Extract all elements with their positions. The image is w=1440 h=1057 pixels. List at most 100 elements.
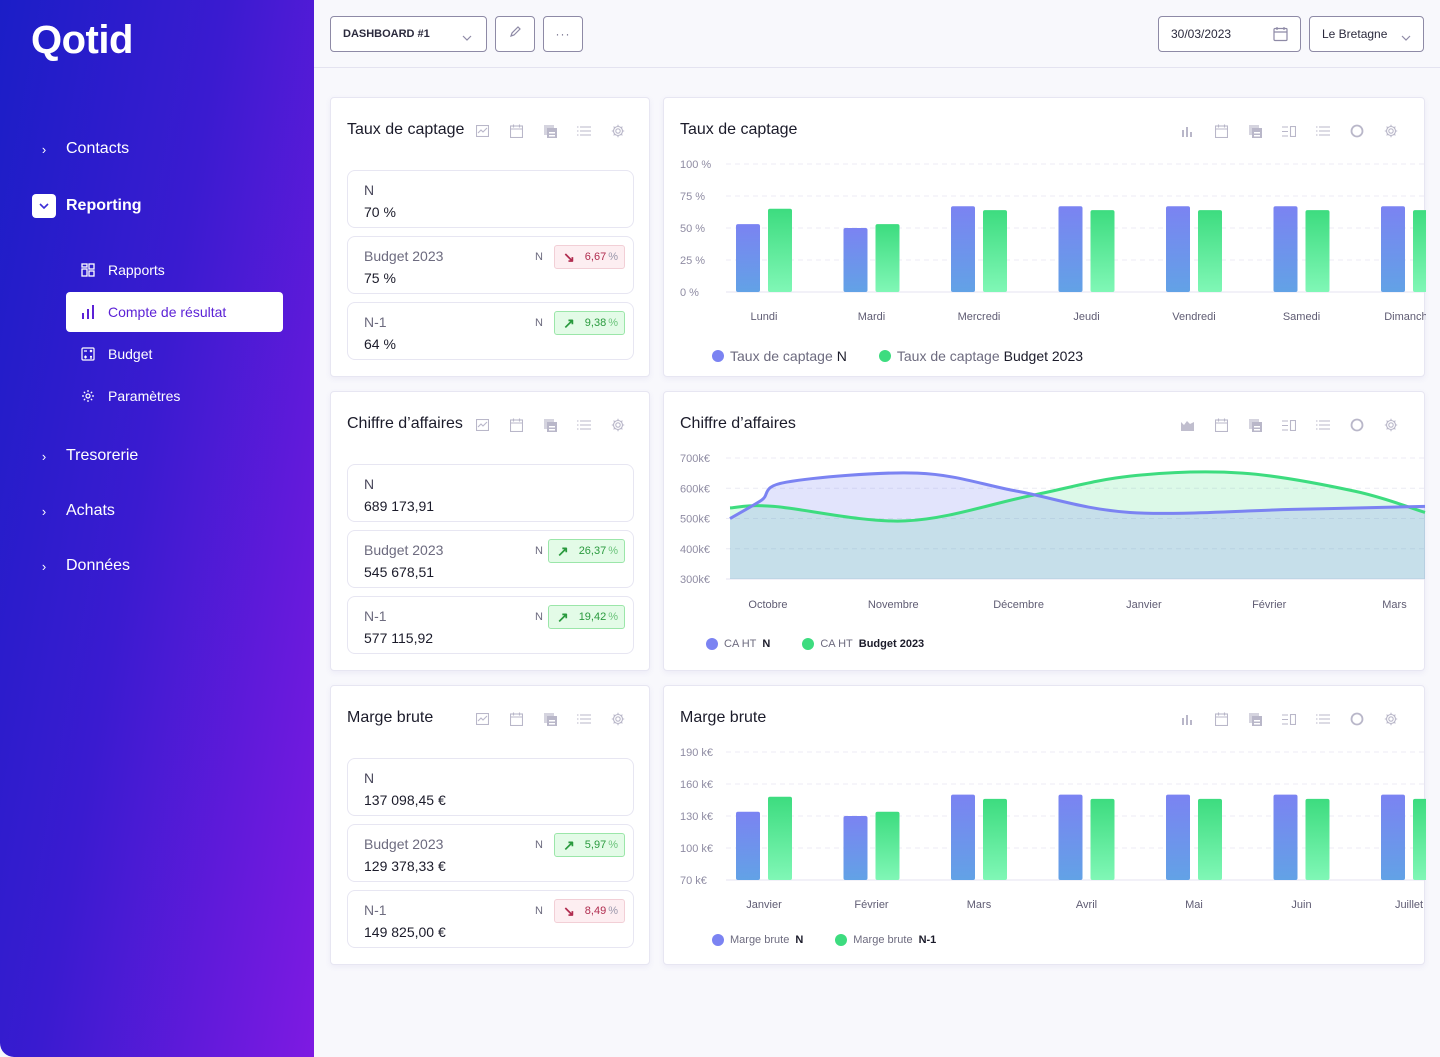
calculator-icon[interactable] <box>1238 710 1272 728</box>
sidebar-item-contacts[interactable]: › Contacts <box>32 140 129 158</box>
legend-item[interactable]: Marge brute N-1 <box>835 934 936 946</box>
bar-series-compare[interactable] <box>1198 210 1222 292</box>
x-tick-label: Mardi <box>858 311 886 323</box>
gear-icon[interactable] <box>1374 416 1408 434</box>
bar-series-n[interactable] <box>1273 206 1298 292</box>
sidebar-item-donnees[interactable]: › Données <box>32 557 130 575</box>
list-icon[interactable] <box>567 710 601 728</box>
kpi-compare-label: N <box>535 839 543 851</box>
bar-series-n[interactable] <box>843 816 868 880</box>
bar-chart-icon[interactable] <box>1170 710 1204 728</box>
bar-series-n[interactable] <box>1381 206 1405 292</box>
y-tick-label: 0 % <box>680 287 699 299</box>
y-tick-label: 100 k€ <box>680 843 713 855</box>
bar-series-n[interactable] <box>1166 206 1190 292</box>
kpi-card: Taux de captage N 70 % Budget 2023 75 % N… <box>330 97 650 377</box>
calculator-icon[interactable] <box>533 710 567 728</box>
sidebar-subitem-compte-de-resultat[interactable]: Compte de résultat <box>66 292 283 332</box>
bar-series-compare[interactable] <box>1090 210 1115 292</box>
bar-chart-icon[interactable] <box>1170 122 1204 140</box>
list-icon[interactable] <box>567 122 601 140</box>
date-input[interactable]: 30/03/2023 <box>1158 16 1301 52</box>
legend-item[interactable]: CA HT N <box>706 638 770 650</box>
donut-icon[interactable] <box>1340 710 1374 728</box>
bar-series-n[interactable] <box>1058 794 1083 880</box>
gear-icon[interactable] <box>601 122 635 140</box>
bar-series-compare[interactable] <box>768 796 792 880</box>
kpi-row: N 689 173,91 <box>347 464 634 522</box>
kpi-row-label: N-1 <box>364 314 387 330</box>
calendar-icon[interactable] <box>499 710 533 728</box>
sidebar-item-achats[interactable]: › Achats <box>32 502 115 520</box>
bar-series-n[interactable] <box>1381 794 1405 880</box>
bar-series-compare[interactable] <box>1413 210 1426 292</box>
list-icon[interactable] <box>1306 710 1340 728</box>
list-icon[interactable] <box>1306 416 1340 434</box>
sidebar-subitem-parametres[interactable]: Paramètres <box>66 376 283 416</box>
calculator-icon[interactable] <box>1238 122 1272 140</box>
gear-icon[interactable] <box>601 416 635 434</box>
more-options-button[interactable]: ··· <box>543 16 583 52</box>
bar-series-compare[interactable] <box>1305 210 1330 292</box>
calendar-icon[interactable] <box>1204 122 1238 140</box>
list-icon[interactable] <box>567 416 601 434</box>
bar-series-n[interactable] <box>951 206 975 292</box>
bar-series-compare[interactable] <box>983 210 1007 292</box>
line-chart-icon[interactable] <box>465 122 499 140</box>
x-tick-label: Avril <box>1076 899 1097 911</box>
line-chart-icon[interactable] <box>465 710 499 728</box>
gear-icon[interactable] <box>1374 710 1408 728</box>
bar-series-n[interactable] <box>1166 794 1190 880</box>
calculator-icon[interactable] <box>533 416 567 434</box>
donut-icon[interactable] <box>1340 122 1374 140</box>
line-chart-icon[interactable] <box>465 416 499 434</box>
sidebar-subitem-rapports[interactable]: Rapports <box>66 250 283 290</box>
legend-item[interactable]: Marge brute N <box>712 934 803 946</box>
bar-series-compare[interactable] <box>1198 798 1222 880</box>
bar-series-n[interactable] <box>736 224 760 292</box>
calculator-icon[interactable] <box>1238 416 1272 434</box>
y-tick-label: 500k€ <box>680 514 710 526</box>
gear-icon[interactable] <box>1374 122 1408 140</box>
legend-label: Taux de captage <box>730 348 833 364</box>
legend-item[interactable]: CA HT Budget 2023 <box>802 638 924 650</box>
bar-series-n[interactable] <box>1273 794 1298 880</box>
legend-item[interactable]: Taux de captage Budget 2023 <box>878 348 1083 364</box>
kpi-delta: 26,37 <box>578 545 607 557</box>
site-select[interactable]: Le Bretagne <box>1309 16 1424 52</box>
bar-series-n[interactable] <box>843 228 868 292</box>
bar-series-compare[interactable] <box>1305 798 1330 880</box>
dashboard-select[interactable]: DASHBOARD #1 <box>330 16 487 52</box>
sidebar-subitem-budget[interactable]: Budget <box>66 334 283 374</box>
bar-series-compare[interactable] <box>768 208 792 292</box>
bar-series-compare[interactable] <box>875 224 900 292</box>
bar-series-n[interactable] <box>1058 206 1083 292</box>
columns-icon[interactable] <box>1272 710 1306 728</box>
columns-icon[interactable] <box>1272 122 1306 140</box>
sidebar-item-tresorerie[interactable]: › Tresorerie <box>32 447 138 465</box>
legend-item[interactable]: Taux de captage N <box>712 348 847 364</box>
bar-series-n[interactable] <box>951 794 975 880</box>
columns-icon[interactable] <box>1272 416 1306 434</box>
list-icon[interactable] <box>1306 122 1340 140</box>
bar-series-compare[interactable] <box>1090 798 1115 880</box>
bar-series-compare[interactable] <box>983 798 1007 880</box>
calendar-icon[interactable] <box>499 416 533 434</box>
card-toolbar <box>1170 416 1408 434</box>
bar-chart-icon <box>80 304 96 320</box>
bar-series-compare[interactable] <box>1413 798 1426 880</box>
calendar-icon[interactable] <box>1204 710 1238 728</box>
legend-label: CA HT <box>820 638 853 650</box>
edit-dashboard-button[interactable] <box>495 16 535 52</box>
area-chart-icon[interactable] <box>1170 416 1204 434</box>
sidebar-item-reporting[interactable]: Reporting <box>32 194 142 218</box>
gear-icon[interactable] <box>601 710 635 728</box>
bar-series-compare[interactable] <box>875 811 900 880</box>
kpi-card-title: Marge brute <box>347 709 434 726</box>
calculator-icon[interactable] <box>533 122 567 140</box>
donut-icon[interactable] <box>1340 416 1374 434</box>
calendar-icon[interactable] <box>499 122 533 140</box>
calendar-icon[interactable] <box>1273 26 1288 47</box>
calendar-icon[interactable] <box>1204 416 1238 434</box>
bar-series-n[interactable] <box>736 811 760 880</box>
